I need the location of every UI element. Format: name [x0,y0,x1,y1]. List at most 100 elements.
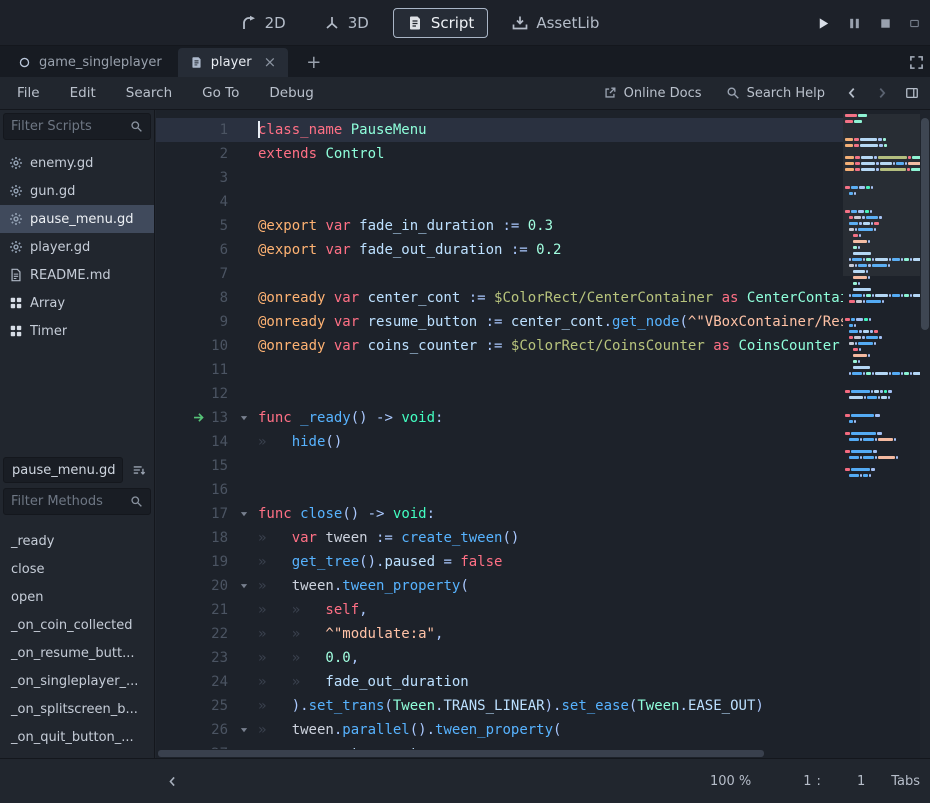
menu-file[interactable]: File [6,81,51,105]
mode-button-script[interactable]: Script [393,8,489,38]
stop-button[interactable] [878,16,893,31]
online-docs-button[interactable]: Online Docs [594,82,711,105]
line-gutter[interactable]: 12 [156,382,258,406]
method-item[interactable]: open [0,583,154,611]
fold-arrow-icon[interactable] [239,413,249,423]
fold-arrow-icon[interactable] [239,725,249,735]
code-line-27[interactable]: 27»»center_cont, [156,742,843,749]
code-line-23[interactable]: 23»»0.0, [156,646,843,670]
line-gutter[interactable]: 2 [156,142,258,166]
code-line-13[interactable]: 13func _ready() -> void: [156,406,843,430]
line-gutter[interactable]: 11 [156,358,258,382]
toggle-scripts-panel-button[interactable] [160,769,184,793]
vertical-scrollbar[interactable] [920,110,930,758]
code-line-7[interactable]: 7 [156,262,843,286]
line-gutter[interactable]: 10 [156,334,258,358]
search-help-button[interactable]: Search Help [717,82,834,105]
code-line-8[interactable]: 8@onready var center_cont := $ColorRect/… [156,286,843,310]
code-line-5[interactable]: 5@export var fade_in_duration := 0.3 [156,214,843,238]
code-line-4[interactable]: 4 [156,190,843,214]
zoom-level[interactable]: 100 % [710,774,751,789]
menu-go-to[interactable]: Go To [191,81,250,105]
code-line-9[interactable]: 9@onready var resume_button := center_co… [156,310,843,334]
line-gutter[interactable]: 3 [156,166,258,190]
line-gutter[interactable]: 23 [156,646,258,670]
code-line-24[interactable]: 24»»fade_out_duration [156,670,843,694]
line-gutter[interactable]: 15 [156,454,258,478]
minimap[interactable] [843,110,920,749]
line-gutter[interactable]: 8 [156,286,258,310]
code-line-26[interactable]: 26»tween.parallel().tween_property( [156,718,843,742]
line-gutter[interactable]: 1 [156,118,258,142]
code-editor[interactable]: 1class_name PauseMenu2extends Control345… [156,110,930,758]
horizontal-scrollbar-thumb[interactable] [158,750,764,757]
close-tab-button[interactable]: × [264,55,277,70]
code-line-1[interactable]: 1class_name PauseMenu [156,118,843,142]
movie-maker-button[interactable] [909,18,920,29]
line-gutter[interactable]: 16 [156,478,258,502]
menu-debug[interactable]: Debug [258,81,324,105]
method-item[interactable]: _on_quit_button_... [0,723,154,751]
line-gutter[interactable]: 7 [156,262,258,286]
code-line-15[interactable]: 15 [156,454,843,478]
code-line-25[interactable]: 25»).set_trans(Tween.TRANS_LINEAR).set_e… [156,694,843,718]
line-gutter[interactable]: 9 [156,310,258,334]
script-item-player.gd[interactable]: player.gd [0,233,154,261]
code-line-19[interactable]: 19»get_tree().paused = false [156,550,843,574]
method-item[interactable]: _on_resume_butt... [0,639,154,667]
history-back-button[interactable] [840,81,864,105]
vertical-scrollbar-thumb[interactable] [921,118,929,330]
script-item-README.md[interactable]: README.md [0,261,154,289]
line-gutter[interactable]: 4 [156,190,258,214]
line-gutter[interactable]: 20 [156,574,258,598]
code-line-17[interactable]: 17func close() -> void: [156,502,843,526]
script-item-gun.gd[interactable]: gun.gd [0,177,154,205]
code-line-6[interactable]: 6@export var fade_out_duration := 0.2 [156,238,843,262]
menu-search[interactable]: Search [115,81,183,105]
mode-button-3d[interactable]: 3D [310,8,383,38]
code-line-12[interactable]: 12 [156,382,843,406]
code-line-3[interactable]: 3 [156,166,843,190]
line-gutter[interactable]: 17 [156,502,258,526]
menu-edit[interactable]: Edit [59,81,107,105]
horizontal-scrollbar[interactable] [156,749,843,758]
line-gutter[interactable]: 22 [156,622,258,646]
code-line-21[interactable]: 21»»self, [156,598,843,622]
code-line-14[interactable]: 14»hide() [156,430,843,454]
script-item-Array[interactable]: Array [0,289,154,317]
tab-player[interactable]: player× [178,48,288,77]
code-line-10[interactable]: 10@onready var coins_counter := $ColorRe… [156,334,843,358]
filter-scripts-input[interactable] [11,119,130,134]
code-line-22[interactable]: 22»»^"modulate:a", [156,622,843,646]
new-tab-button[interactable]: + [298,48,329,77]
method-item[interactable]: _on_coin_collected [0,611,154,639]
line-gutter[interactable]: 19 [156,550,258,574]
code-line-11[interactable]: 11 [156,358,843,382]
code-line-2[interactable]: 2extends Control [156,142,843,166]
indent-mode[interactable]: Tabs [891,774,920,789]
mode-button-2d[interactable]: 2D [227,8,300,38]
history-forward-button[interactable] [870,81,894,105]
line-gutter[interactable]: 6 [156,238,258,262]
sort-methods-button[interactable] [126,458,151,483]
code-line-20[interactable]: 20»tween.tween_property( [156,574,843,598]
tab-game_singleplayer[interactable]: game_singleplayer [6,48,174,77]
line-gutter[interactable]: 14 [156,430,258,454]
pause-button[interactable] [847,16,862,31]
method-item[interactable]: _ready [0,527,154,555]
line-gutter[interactable]: 5 [156,214,258,238]
mode-button-assetlib[interactable]: AssetLib [498,8,613,38]
fold-arrow-icon[interactable] [239,581,249,591]
script-item-Timer[interactable]: Timer [0,317,154,345]
script-item-pause_menu.gd[interactable]: pause_menu.gd [0,205,154,233]
line-gutter[interactable]: 26 [156,718,258,742]
play-button[interactable] [816,16,831,31]
fold-arrow-icon[interactable] [239,509,249,519]
line-gutter[interactable]: 25 [156,694,258,718]
script-item-enemy.gd[interactable]: enemy.gd [0,149,154,177]
method-item[interactable]: _on_splitscreen_b... [0,695,154,723]
method-item[interactable]: close [0,555,154,583]
distraction-free-button[interactable] [909,48,924,77]
filter-methods-input[interactable] [11,494,130,509]
line-gutter[interactable]: 27 [156,742,258,749]
